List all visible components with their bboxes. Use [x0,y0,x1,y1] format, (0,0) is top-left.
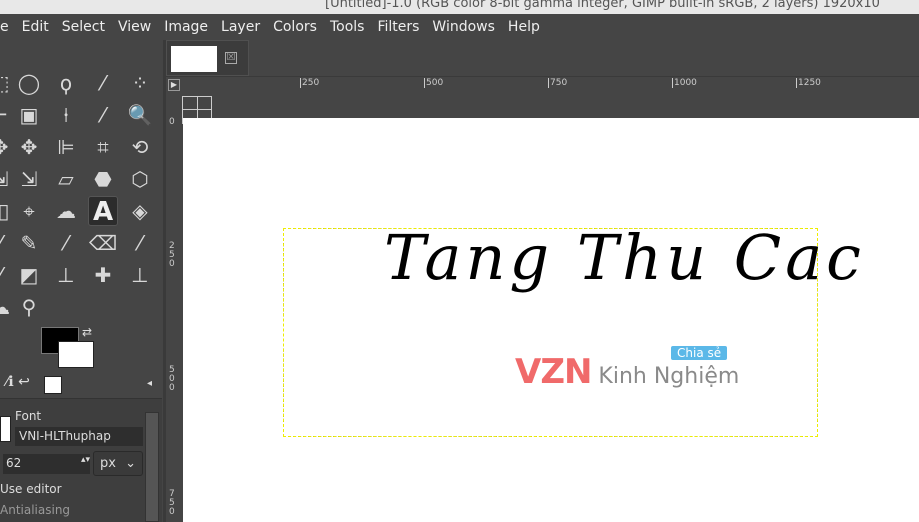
menu-select[interactable]: Select [62,19,105,35]
size-spin-icon[interactable]: ▴▾ [81,455,90,465]
ruler-label: 750 [548,78,568,88]
menu-filters[interactable]: Filters [377,19,419,35]
watermark-badge: Chia sẻ [671,346,728,360]
ruler-label: 750 [169,489,175,517]
paths-icon[interactable]: ⍿ [51,100,81,130]
horizontal-ruler[interactable]: 250 500 750 1000 1250 [166,76,919,96]
ruler-label: 250 [300,78,320,88]
dodge-burn-icon[interactable]: ⚲ [14,292,44,322]
ruler-label: 0 [169,117,175,127]
text-icon[interactable]: A [88,196,118,227]
ink-icon[interactable]: ⁄ [0,260,15,290]
unit-select[interactable]: px ⌄ [93,451,143,476]
menu-view[interactable]: View [118,19,151,35]
menu-image[interactable]: Image [164,19,208,35]
size-input[interactable]: 62 [3,454,90,474]
heal-icon[interactable]: ✚ [88,260,118,290]
image-canvas[interactable]: Tang Thu Cac [183,118,919,522]
crop-icon[interactable]: ⌐ [0,100,15,130]
rotate-icon[interactable]: ⟲ [125,132,155,162]
ruler-label: 500 [424,78,444,88]
canvas-text[interactable]: Tang Thu Cac [384,221,865,294]
watermark-brand: VZN [515,352,592,392]
airbrush-icon[interactable]: ⁄ [125,228,155,258]
background-color[interactable] [58,341,94,368]
fuzzy-select-icon[interactable]: ⁄ [88,68,118,98]
image-tabs: ☒ [166,40,919,76]
vertical-ruler[interactable]: 0 250 500 750 [166,96,182,522]
menu-layer[interactable]: Layer [221,19,260,35]
menu-help[interactable]: Help [508,19,540,35]
handle-transform-icon[interactable]: ⌖ [14,196,44,226]
image-thumbnail [171,46,217,72]
paintbrush-icon[interactable]: ⁄ [0,228,15,258]
ruler-label: 500 [169,365,175,393]
shear-icon[interactable]: ▱ [51,164,81,194]
font-label: Font [15,409,42,423]
select-by-color-icon[interactable]: ⁘ [125,68,155,98]
options-scrollbar[interactable] [145,412,159,522]
clone-icon[interactable]: ⊥ [51,260,81,290]
eraser-icon[interactable]: ⌫ [88,228,118,258]
smudge-icon[interactable]: ☁ [0,292,15,322]
move-icon[interactable]: ✥ [14,132,44,162]
font-input[interactable]: VNI-HLThuphap [15,427,143,446]
antialiasing-checkbox[interactable]: Antialiasing [0,503,70,517]
ellipse-select-icon[interactable]: ◯ [14,68,44,98]
align-icon[interactable]: ⊫ [51,132,81,162]
brush-icon[interactable]: ⁄ [51,228,81,258]
device-status-icon[interactable]: ⁄ℹ ↩ [6,374,30,390]
perspective-clone-icon[interactable]: ⊥ [125,260,155,290]
ruler-label: 1250 [796,78,821,88]
move-icon[interactable]: ✥ [0,132,15,162]
bucket-fill-icon[interactable]: ◈ [125,196,155,226]
zoom-icon[interactable]: 🔍 [125,100,155,130]
menu-bar: e Edit Select View Image Layer Colors To… [0,14,919,40]
image-preview[interactable] [44,376,62,394]
configure-icon[interactable]: ◂ [147,378,152,389]
use-editor-checkbox[interactable]: Use editor [0,482,62,496]
foreground-select-icon[interactable]: ▣ [14,100,44,130]
scale-icon[interactable]: ⇲ [0,164,15,194]
cage-icon[interactable]: ⬣ [88,164,118,194]
rect-select-icon[interactable]: ⬚ [0,68,15,98]
unit-value: px [100,456,116,471]
menu-tools[interactable]: Tools [330,19,365,35]
watermark-text: Kinh Nghiệm [598,364,740,389]
ruler-label: 250 [169,241,175,269]
text-layer-boundary[interactable]: Tang Thu Cac [283,221,861,437]
menu-file[interactable]: e [0,19,9,35]
font-preview-button[interactable] [0,416,11,442]
lasso-icon[interactable]: ϙ [51,68,81,98]
image-tab[interactable]: ☒ [166,40,249,76]
ruler-label: 1000 [672,78,697,88]
mypaint-icon[interactable]: ◩ [14,260,44,290]
window-title: [Untitled]-1.0 (RGB color 8-bit gamma in… [0,0,919,14]
3d-transform-icon[interactable]: ⬡ [125,164,155,194]
menu-colors[interactable]: Colors [273,19,317,35]
swap-colors-icon[interactable]: ⇄ [82,325,92,339]
chevron-down-icon: ⌄ [125,456,136,471]
warp-icon[interactable]: ☁ [51,196,81,226]
menu-edit[interactable]: Edit [22,19,49,35]
pencil-icon[interactable]: ✎ [14,228,44,258]
menu-windows[interactable]: Windows [432,19,495,35]
color-picker-icon[interactable]: ⁄ [88,100,118,130]
scale-icon[interactable]: ⇲ [14,164,44,194]
unified-transform-icon[interactable]: ◫ [0,196,15,226]
quick-mask-toggle[interactable]: ▶ [168,79,180,91]
crop-tool-icon[interactable]: ⌗ [88,132,118,162]
close-icon[interactable]: ☒ [225,52,237,64]
